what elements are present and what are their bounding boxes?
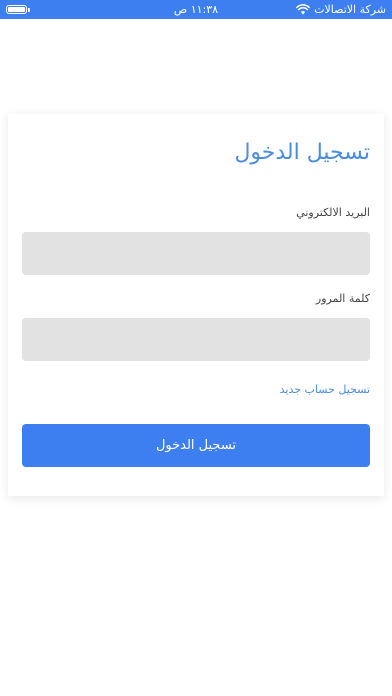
wifi-icon bbox=[296, 4, 311, 15]
carrier-name: شركة الاتصالات bbox=[314, 3, 386, 16]
login-card: تسجيل الدخول البريد الالكتروني كلمة المر… bbox=[8, 114, 384, 496]
password-label: كلمة المرور bbox=[315, 292, 370, 305]
login-button[interactable]: تسجيل الدخول bbox=[22, 424, 370, 467]
email-label: البريد الالكتروني bbox=[296, 206, 370, 219]
register-link[interactable]: تسجيل حساب جديد bbox=[280, 383, 370, 397]
email-field[interactable] bbox=[22, 232, 370, 275]
status-right: شركة الاتصالات bbox=[296, 2, 386, 17]
password-field[interactable] bbox=[22, 318, 370, 361]
status-bar: ١١:٣٨ ص شركة الاتصالات bbox=[0, 0, 392, 19]
page-title: تسجيل الدخول bbox=[234, 140, 370, 165]
